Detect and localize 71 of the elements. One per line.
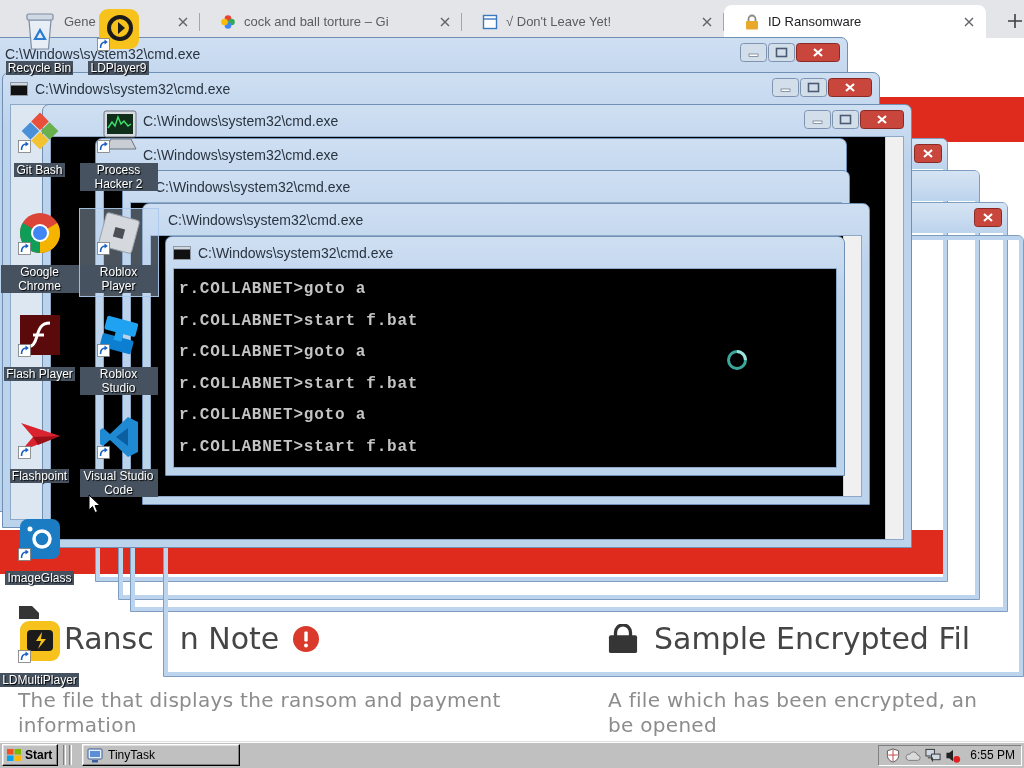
window-title: C:\Windows\system32\cmd.exe bbox=[143, 113, 339, 128]
console-line: r.COLLABNET>goto a bbox=[179, 405, 367, 427]
lightning-tile-icon[interactable] bbox=[17, 619, 62, 663]
close-icon[interactable] bbox=[440, 16, 450, 27]
maximize-button[interactable] bbox=[832, 110, 859, 129]
maximize-button[interactable] bbox=[800, 78, 827, 97]
ribbon-logo-icon[interactable] bbox=[96, 415, 141, 459]
browser-tab[interactable]: ID Ransomware bbox=[724, 5, 986, 38]
close-button[interactable] bbox=[796, 43, 840, 62]
shortcut-label[interactable]: LDMultiPlayer bbox=[0, 673, 79, 687]
pinwheel-icon bbox=[220, 13, 236, 30]
window-title: C:\Windows\system32\cmd.exe bbox=[198, 245, 394, 260]
start-button[interactable]: Start bbox=[2, 744, 58, 766]
console-line: r.COLLABNET>start f.bat bbox=[179, 436, 419, 458]
close-button[interactable] bbox=[860, 110, 904, 129]
shortcut-label[interactable]: Process Hacker 2 bbox=[79, 163, 158, 191]
browser-tab[interactable]: √ Don't Leave Yet! bbox=[506, 14, 612, 29]
console-line: r.COLLABNET>goto a bbox=[179, 279, 367, 300]
shortcut-label[interactable]: ImageGlass bbox=[5, 571, 74, 585]
browser-tab[interactable]: Gene bbox=[64, 14, 96, 29]
monitor-icon bbox=[87, 747, 103, 763]
console-line: r.COLLABNET>start f.bat bbox=[179, 310, 419, 332]
close-button[interactable] bbox=[974, 208, 1002, 227]
console-line: r.COLLABNET>start f.bat bbox=[179, 373, 419, 395]
document-icon bbox=[482, 13, 498, 30]
file-icon bbox=[18, 605, 40, 619]
section-heading: Ransc bbox=[64, 620, 154, 658]
console-icon bbox=[10, 81, 28, 96]
shortcut-label[interactable]: Flash Player bbox=[4, 367, 75, 381]
swoosh-tile-icon[interactable] bbox=[17, 313, 62, 357]
scrollbar[interactable] bbox=[885, 137, 903, 539]
shortcut-label[interactable]: Roblox Studio bbox=[79, 367, 158, 395]
section-description: A file which has been encrypted, an be opened bbox=[608, 688, 979, 738]
tilted-blocks-icon[interactable] bbox=[96, 313, 141, 357]
speaker-icon[interactable] bbox=[945, 747, 961, 763]
taskbar-button[interactable]: TinyTask bbox=[82, 744, 240, 766]
window-title: C:\Windows\system32\cmd.exe bbox=[5, 46, 201, 61]
close-button[interactable] bbox=[828, 78, 872, 97]
shield-icon[interactable] bbox=[885, 747, 901, 763]
circle-logo-icon[interactable] bbox=[17, 211, 62, 255]
console-icon bbox=[173, 245, 191, 260]
shortcut-label[interactable]: Visual Studio Code bbox=[79, 469, 158, 497]
shortcut-label[interactable]: Roblox Player bbox=[79, 265, 158, 293]
close-icon[interactable] bbox=[178, 16, 188, 27]
window-title: C:\Windows\system32\cmd.exe bbox=[168, 212, 364, 227]
maximize-button[interactable] bbox=[768, 43, 795, 62]
section-description: The file that displays the ransom and payment information bbox=[18, 688, 502, 738]
clock[interactable]: 6:55 PM bbox=[970, 748, 1015, 762]
close-icon[interactable] bbox=[964, 16, 974, 27]
shortcut-label[interactable]: LDPlayer9 bbox=[88, 61, 149, 75]
padlock-icon bbox=[608, 624, 638, 654]
shortcut-label[interactable]: Flashpoint bbox=[9, 469, 70, 483]
console-line: r.COLLABNET>goto a bbox=[179, 342, 367, 364]
section-heading: n Note bbox=[179, 620, 280, 658]
scrollbar[interactable] bbox=[843, 236, 861, 496]
network-icon[interactable] bbox=[925, 747, 941, 763]
window-title: C:\Windows\system32\cmd.exe bbox=[35, 81, 231, 96]
plus-icon[interactable] bbox=[1008, 14, 1022, 28]
ring-tile-icon[interactable] bbox=[17, 517, 62, 561]
loading-ring-icon bbox=[726, 349, 748, 371]
close-button[interactable] bbox=[914, 144, 942, 163]
shortcut-label[interactable]: Git Bash bbox=[14, 163, 65, 177]
shortcut-label[interactable]: Google Chrome bbox=[0, 265, 79, 293]
browser-tab[interactable]: cock and ball torture – Gi bbox=[244, 14, 389, 29]
four-squares-icon bbox=[6, 748, 22, 762]
window-title: C:\Windows\system32\cmd.exe bbox=[143, 147, 339, 162]
close-icon[interactable] bbox=[702, 16, 712, 27]
padlock-icon bbox=[744, 13, 760, 30]
section-heading: Sample Encrypted Fil bbox=[654, 620, 971, 658]
shortcut-label[interactable]: Recycle Bin bbox=[5, 61, 74, 75]
mouse-pointer-icon bbox=[88, 494, 101, 514]
